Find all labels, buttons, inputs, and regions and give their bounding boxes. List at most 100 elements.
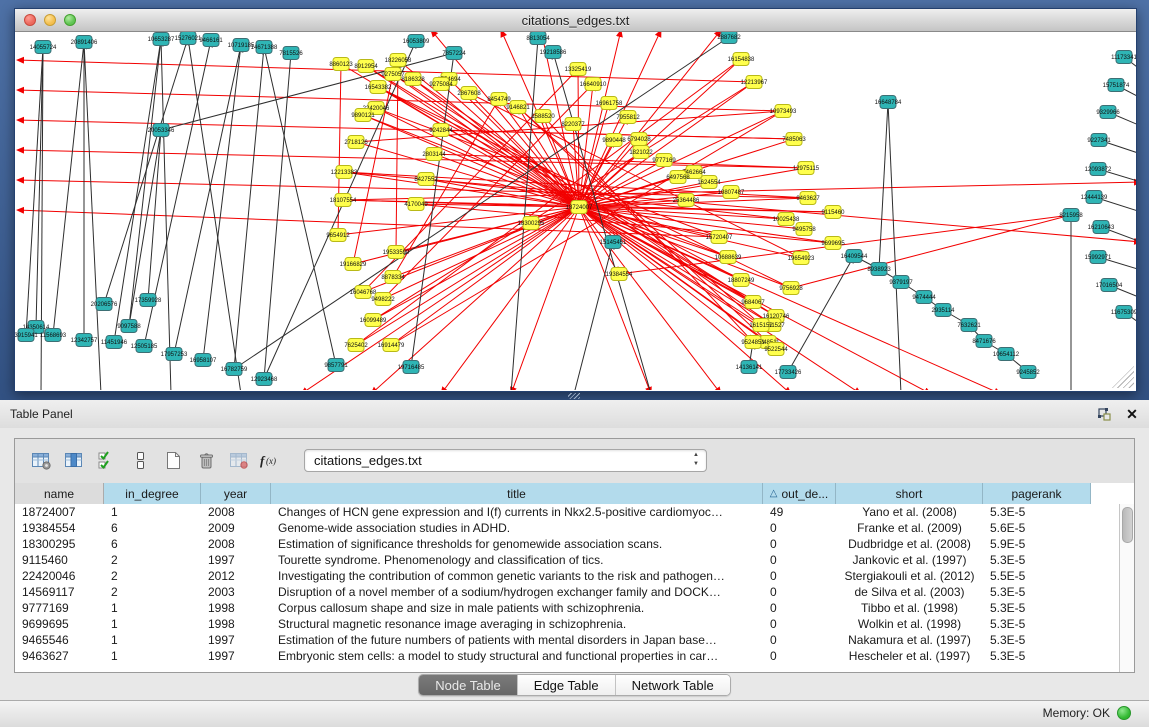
graph-node[interactable]: 7625402 — [344, 339, 368, 352]
table-cell[interactable]: 9699695 — [15, 616, 104, 632]
graph-node[interactable]: 9146821 — [506, 101, 530, 114]
graph-node[interactable]: 9466161 — [199, 34, 223, 47]
graph-node[interactable]: 13325419 — [565, 63, 592, 76]
panel-splitter[interactable] — [0, 391, 1149, 400]
table-cell[interactable]: 0 — [763, 536, 836, 552]
graph-node[interactable]: 7857224 — [442, 47, 466, 60]
table-cell[interactable]: 0 — [763, 648, 836, 664]
graph-node[interactable]: 12505185 — [131, 340, 158, 353]
graph-node[interactable]: 16053809 — [403, 35, 430, 48]
table-vertical-scrollbar[interactable] — [1119, 504, 1134, 672]
table-cell[interactable]: 0 — [763, 600, 836, 616]
graph-node[interactable]: 9890448 — [602, 134, 626, 147]
table-cell[interactable]: Changes of HCN gene expression and I(f) … — [271, 504, 763, 520]
graph-node[interactable]: 16154838 — [728, 53, 755, 66]
table-cell[interactable]: 0 — [763, 584, 836, 600]
graph-node[interactable]: 2887682 — [717, 32, 741, 44]
graph-node[interactable]: 14671388 — [251, 41, 278, 54]
table-cell[interactable]: Corpus callosum shape and size in male p… — [271, 600, 763, 616]
table-cell[interactable]: 1998 — [201, 600, 271, 616]
scrollbar-thumb[interactable] — [1122, 507, 1133, 543]
table-cell[interactable]: 2012 — [201, 568, 271, 584]
table-cell[interactable]: 2008 — [201, 536, 271, 552]
table-cell[interactable]: 5.3E-5 — [983, 616, 1091, 632]
graph-node[interactable]: 16640910 — [580, 78, 607, 91]
graph-node[interactable]: 8813054 — [526, 32, 550, 45]
graph-node[interactable]: 9699695 — [821, 237, 845, 250]
table-cell[interactable]: 2009 — [201, 520, 271, 536]
graph-node[interactable]: 9097588 — [117, 320, 141, 333]
graph-node[interactable]: 8215958 — [1059, 209, 1083, 222]
graph-node[interactable]: 19716485 — [398, 361, 425, 374]
graph-node[interactable]: 8427552 — [414, 173, 438, 186]
graph-node[interactable]: 8220377 — [561, 118, 585, 131]
graph-node[interactable]: 20206576 — [91, 298, 118, 311]
table-row[interactable]: 911546021997Tourette syndrome. Phenomeno… — [15, 552, 1119, 568]
graph-node[interactable]: 9756928 — [779, 282, 803, 295]
table-cell[interactable]: de Silva et al. (2003) — [836, 584, 983, 600]
table-cell[interactable]: Estimation of significance thresholds fo… — [271, 536, 763, 552]
graph-node[interactable]: 9495758 — [792, 223, 816, 236]
show-columns-button[interactable] — [61, 448, 87, 474]
graph-node[interactable]: 20891406 — [71, 36, 98, 49]
table-cell[interactable]: Dudbridge et al. (2008) — [836, 536, 983, 552]
graph-node[interactable]: 17957253 — [161, 348, 188, 361]
table-row[interactable]: 946554611997Estimation of the future num… — [15, 632, 1119, 648]
table-cell[interactable]: 5.3E-5 — [983, 552, 1091, 568]
tab-network-table[interactable]: Network Table — [616, 675, 730, 695]
table-cell[interactable]: 19384554 — [15, 520, 104, 536]
graph-node[interactable]: 15992971 — [1085, 251, 1112, 264]
delete-column-button[interactable] — [193, 448, 219, 474]
table-cell[interactable]: Yano et al. (2008) — [836, 504, 983, 520]
table-cell[interactable]: 14569117 — [15, 584, 104, 600]
table-cell[interactable]: Nakamura et al. (1997) — [836, 632, 983, 648]
column-header-in_degree[interactable]: in_degree — [104, 483, 201, 504]
graph-node[interactable]: 16648784 — [875, 96, 902, 109]
table-cell[interactable]: 18724007 — [15, 504, 104, 520]
graph-node[interactable]: 9857791 — [324, 359, 348, 372]
graph-node[interactable]: 12444139 — [1081, 191, 1108, 204]
graph-node[interactable]: 9245852 — [1016, 366, 1040, 379]
function-builder-button[interactable]: f(x) — [259, 448, 285, 474]
table-cell[interactable]: Structural magnetic resonance image aver… — [271, 616, 763, 632]
table-cell[interactable]: 6 — [104, 520, 201, 536]
graph-node[interactable]: 9522544 — [764, 343, 788, 356]
graph-node[interactable]: 8471676 — [972, 335, 996, 348]
graph-node[interactable]: 9379197 — [889, 276, 913, 289]
table-cell[interactable]: 0 — [763, 520, 836, 536]
delete-table-button[interactable] — [226, 448, 252, 474]
table-cell[interactable]: Embryonic stem cells: a model to study s… — [271, 648, 763, 664]
graph-node[interactable]: 7485063 — [782, 133, 806, 146]
table-cell[interactable]: 6 — [104, 536, 201, 552]
table-cell[interactable]: Disruption of a novel member of a sodium… — [271, 584, 763, 600]
float-panel-button[interactable] — [1093, 404, 1115, 424]
graph-node[interactable]: 9654912 — [326, 229, 350, 242]
table-cell[interactable]: 9463627 — [15, 648, 104, 664]
table-cell[interactable]: 2 — [104, 552, 201, 568]
graph-node[interactable]: 11173341 — [1111, 51, 1136, 64]
column-header-pagerank[interactable]: pagerank — [983, 483, 1091, 504]
graph-node[interactable]: 11451946 — [101, 336, 128, 349]
table-cell[interactable]: 5.6E-5 — [983, 520, 1091, 536]
table-cell[interactable]: 2 — [104, 584, 201, 600]
table-cell[interactable]: 9465546 — [15, 632, 104, 648]
graph-node[interactable]: 16961758 — [596, 97, 623, 110]
table-mode-button[interactable] — [28, 448, 54, 474]
table-cell[interactable]: 5.3E-5 — [983, 584, 1091, 600]
table-row[interactable]: 1938455462009Genome-wide association stu… — [15, 520, 1119, 536]
graph-node[interactable]: 10654112 — [993, 348, 1020, 361]
graph-node[interactable]: 19384554 — [606, 268, 633, 281]
graph-node[interactable]: 9115460 — [822, 206, 846, 219]
close-panel-button[interactable]: ✕ — [1121, 404, 1143, 424]
graph-node[interactable]: 17733426 — [775, 366, 802, 379]
table-cell[interactable]: Tibbo et al. (1998) — [836, 600, 983, 616]
table-cell[interactable]: 5.3E-5 — [983, 600, 1091, 616]
graph-node[interactable]: 11675309 — [1111, 306, 1136, 319]
graph-node[interactable]: 8186328 — [401, 73, 425, 86]
graph-node[interactable]: 7632621 — [957, 319, 981, 332]
graph-node[interactable]: 12342757 — [71, 334, 98, 347]
table-cell[interactable]: 1997 — [201, 632, 271, 648]
graph-node[interactable]: 19166829 — [340, 258, 367, 271]
toggle-rows-button[interactable] — [127, 448, 153, 474]
graph-node[interactable]: 12213967 — [741, 76, 768, 89]
